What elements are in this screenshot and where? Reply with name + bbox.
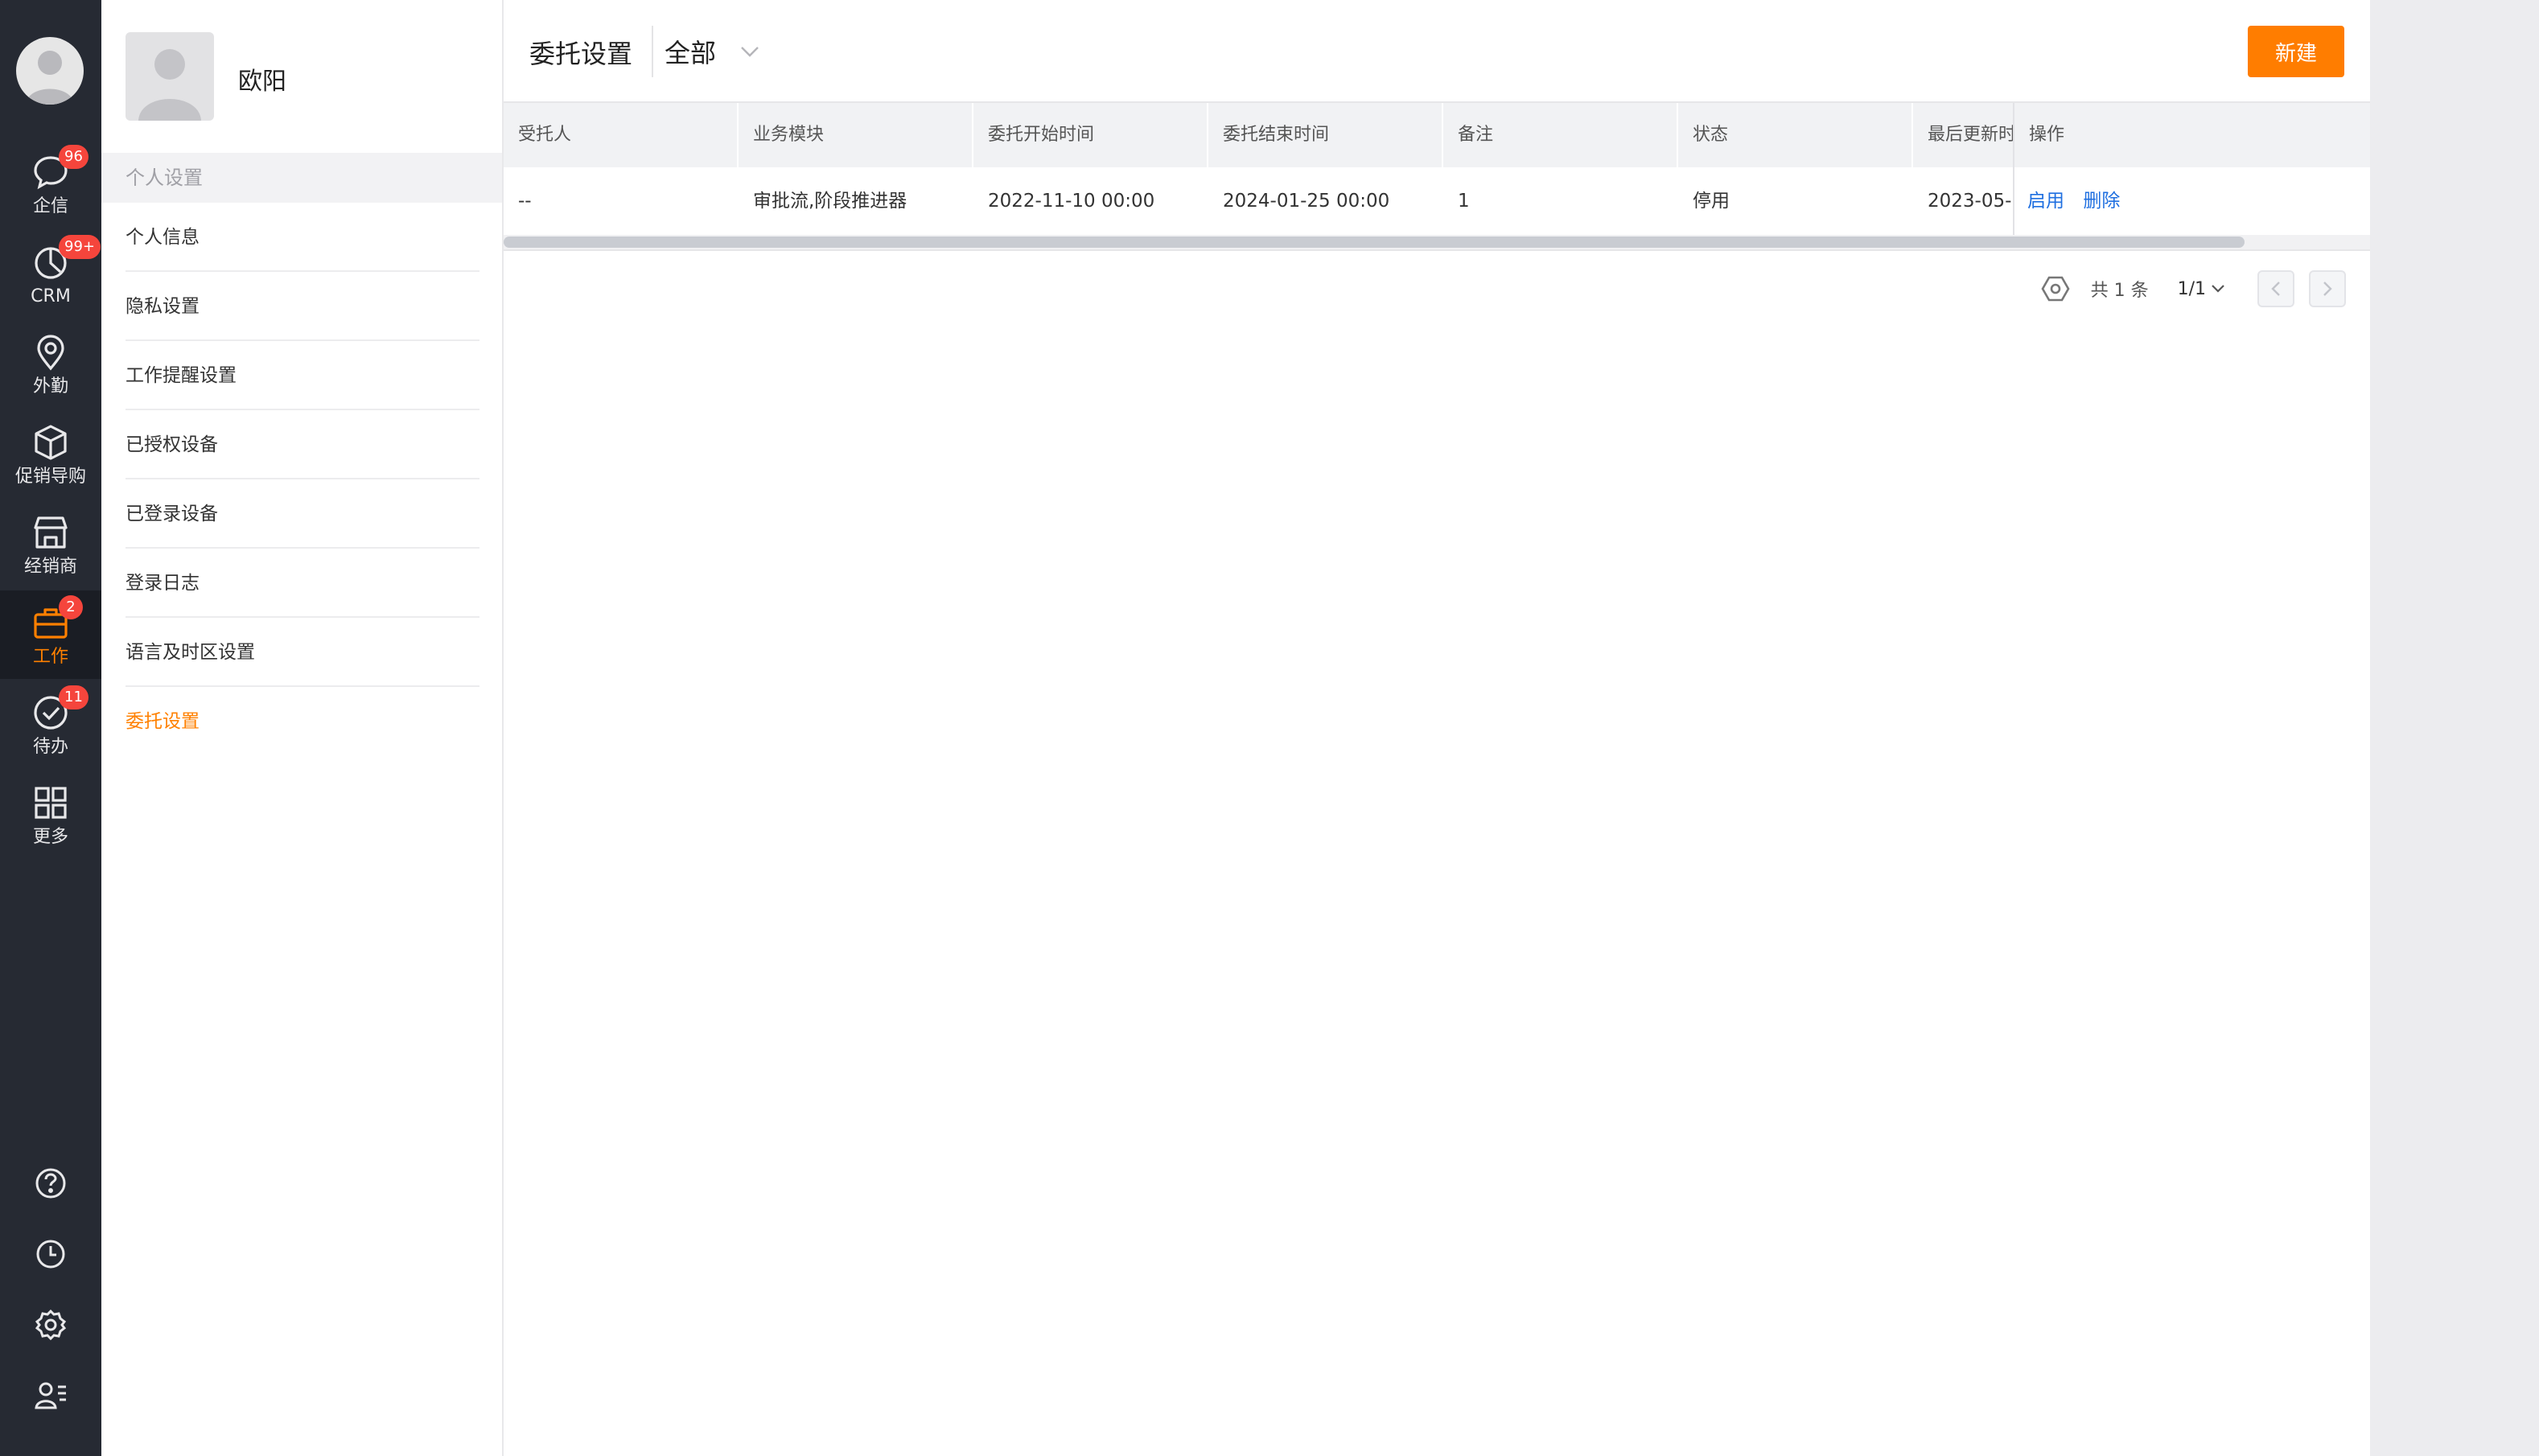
nav-item-label: CRM xyxy=(31,286,71,306)
nav-item-label: 经销商 xyxy=(23,557,77,577)
main-nav: 96 企信 99+ CRM 外勤 促销导购 经销商 2 工作 11 待办 更多 xyxy=(0,0,101,1456)
cell-start-time: 2022-11-10 00:00 xyxy=(988,191,1155,212)
page-indicator: 1/1 xyxy=(2177,278,2206,299)
cell-status: 停用 xyxy=(1693,191,1730,212)
chevron-down-icon xyxy=(741,47,759,57)
total-count: 共 1 条 xyxy=(2090,281,2149,301)
cell-end-time: 2024-01-25 00:00 xyxy=(1223,191,1390,212)
sidebar-item-login-log[interactable]: 登录日志 xyxy=(126,549,479,618)
pie-chart-icon: 99+ xyxy=(30,235,101,283)
sidebar-item-personal-info[interactable]: 个人信息 xyxy=(126,203,479,272)
sidebar-group-label: 个人设置 xyxy=(101,153,502,203)
nav-item-label: 工作 xyxy=(32,647,68,667)
store-icon xyxy=(30,512,72,553)
help-button[interactable] xyxy=(0,1155,101,1211)
settings-sidebar: 欧阳 个人设置 个人信息 隐私设置 工作提醒设置 已授权设备 已登录设备 登录日… xyxy=(101,0,504,1456)
horizontal-scrollbar[interactable] xyxy=(504,235,2370,251)
cell-updated-time: 2023-05-24 xyxy=(1928,191,2014,212)
sidebar-item-authorized-devices[interactable]: 已授权设备 xyxy=(126,410,479,479)
nav-item-label: 更多 xyxy=(32,827,68,847)
nav-item-qixin[interactable]: 96 企信 xyxy=(0,140,101,228)
nav-item-label: 待办 xyxy=(32,737,68,757)
chevron-right-icon xyxy=(2323,282,2332,296)
column-header-note[interactable]: 备注 xyxy=(1443,103,1678,167)
enable-link[interactable]: 启用 xyxy=(2027,191,2064,212)
cube-icon xyxy=(30,422,72,463)
sidebar-item-delegation[interactable]: 委托设置 xyxy=(126,687,479,756)
clock-icon xyxy=(36,1240,65,1269)
profile-photo xyxy=(126,32,214,121)
contacts-button[interactable] xyxy=(0,1368,101,1424)
table-row: -- 审批流,阶段推进器 2022-11-10 00:00 2024-01-25… xyxy=(504,167,2370,235)
user-list-icon xyxy=(35,1382,66,1409)
nav-item-waiqin[interactable]: 外勤 xyxy=(0,320,101,409)
nav-item-label: 促销导购 xyxy=(14,467,86,487)
main-content: 委托设置 全部 新建 受托人 业务模块 委托开始时间 委托结束时间 备注 状态 … xyxy=(504,0,2370,1456)
sidebar-item-privacy[interactable]: 隐私设置 xyxy=(126,272,479,341)
cell-note: 1 xyxy=(1458,191,1470,212)
check-circle-icon: 11 xyxy=(30,685,88,734)
next-page-button[interactable] xyxy=(2309,270,2346,307)
scope-filter-value: 全部 xyxy=(665,38,717,68)
avatar-silhouette-icon xyxy=(26,51,74,105)
nav-item-work[interactable]: 2 工作 xyxy=(0,590,101,679)
sidebar-item-work-reminder[interactable]: 工作提醒设置 xyxy=(126,341,479,410)
column-header-trustee[interactable]: 受托人 xyxy=(504,103,739,167)
table-header: 受托人 业务模块 委托开始时间 委托结束时间 备注 状态 最后更新时间 操作 xyxy=(504,103,2370,167)
grid-icon xyxy=(30,782,72,824)
nav-badge: 96 xyxy=(59,145,88,169)
column-header-module[interactable]: 业务模块 xyxy=(739,103,973,167)
nav-badge: 2 xyxy=(59,595,83,619)
nav-badge: 11 xyxy=(59,685,88,709)
nav-item-label: 企信 xyxy=(32,196,68,216)
cell-module: 审批流,阶段推进器 xyxy=(753,191,907,212)
column-settings-button[interactable] xyxy=(2038,271,2073,306)
settings-icon xyxy=(35,1309,67,1341)
page-header: 委托设置 全部 新建 xyxy=(504,0,2370,103)
settings-button[interactable] xyxy=(0,1297,101,1353)
sidebar-item-language-timezone[interactable]: 语言及时区设置 xyxy=(126,618,479,687)
scrollbar-thumb[interactable] xyxy=(504,236,2245,248)
nav-item-dealer[interactable]: 经销商 xyxy=(0,500,101,589)
pagination: 共 1 条 1/1 xyxy=(2038,269,2346,309)
nav-item-todo[interactable]: 11 待办 xyxy=(0,681,101,769)
user-avatar[interactable] xyxy=(16,37,84,105)
history-button[interactable] xyxy=(0,1226,101,1282)
nav-item-more[interactable]: 更多 xyxy=(0,771,101,859)
cell-trustee: -- xyxy=(518,191,532,212)
chevron-down-icon xyxy=(2212,285,2224,293)
briefcase-icon: 2 xyxy=(30,595,83,644)
column-header-status[interactable]: 状态 xyxy=(1678,103,1913,167)
avatar-silhouette-icon xyxy=(138,49,201,121)
fixed-column-divider xyxy=(2013,103,2014,235)
page-select[interactable]: 1/1 xyxy=(2178,279,2225,299)
cell-actions: 启用 删除 xyxy=(2014,167,2370,235)
column-header-start-time[interactable]: 委托开始时间 xyxy=(973,103,1208,167)
profile-name: 欧阳 xyxy=(238,68,286,96)
column-header-updated-time[interactable]: 最后更新时间 xyxy=(1913,103,2014,167)
hexagon-settings-icon xyxy=(2041,276,2070,302)
chat-bubble-icon: 96 xyxy=(30,145,88,193)
page-title: 委托设置 xyxy=(529,39,633,69)
title-divider xyxy=(652,26,653,77)
scope-filter-select[interactable]: 全部 xyxy=(665,29,793,74)
nav-item-label: 外勤 xyxy=(32,376,68,397)
chevron-left-icon xyxy=(2271,282,2280,296)
prev-page-button[interactable] xyxy=(2257,270,2294,307)
sidebar-item-logged-in-devices[interactable]: 已登录设备 xyxy=(126,479,479,549)
delete-link[interactable]: 删除 xyxy=(2083,191,2120,212)
location-pin-icon xyxy=(30,331,72,373)
nav-item-crm[interactable]: 99+ CRM xyxy=(0,230,101,319)
help-icon xyxy=(35,1168,66,1199)
column-header-actions: 操作 xyxy=(2029,125,2065,145)
column-header-end-time[interactable]: 委托结束时间 xyxy=(1208,103,1443,167)
new-button[interactable]: 新建 xyxy=(2248,26,2344,77)
nav-badge: 99+ xyxy=(59,235,101,259)
nav-item-promo[interactable]: 促销导购 xyxy=(0,410,101,499)
